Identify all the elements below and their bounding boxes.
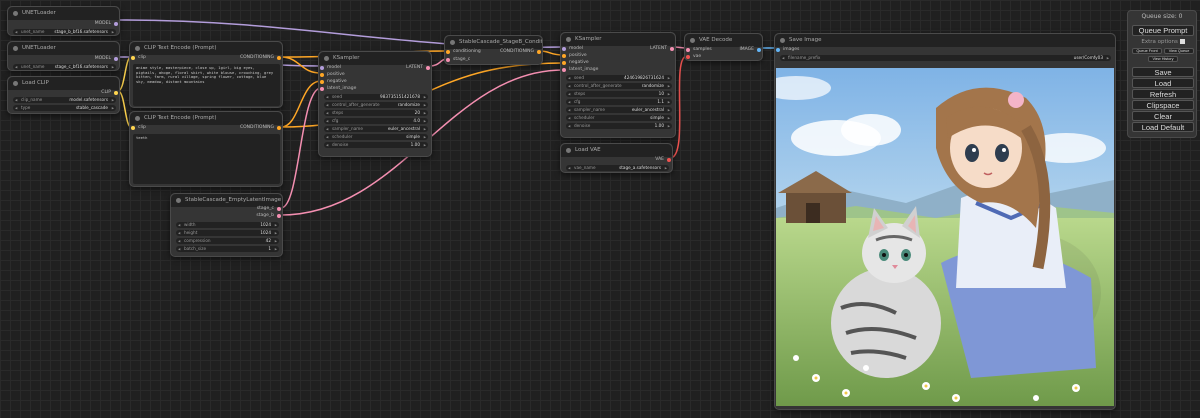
slot-conditioning-out[interactable]: CONDITIONING [500, 49, 541, 55]
node-title: CLIP Text Encode (Prompt) [130, 112, 282, 125]
slot-model-in[interactable]: model [320, 65, 341, 71]
sampler-name-widget[interactable]: sampler_nameeuler_ancestral [324, 126, 428, 132]
prompt-textarea[interactable]: anime style, masterpiece, close up, 1gir… [133, 64, 280, 106]
node-ksampler-stage-b[interactable]: KSampler model positive negative latent_… [560, 32, 676, 138]
scheduler-widget[interactable]: schedulersimple [324, 134, 428, 140]
unet-name-widget[interactable]: unet_name stage_c_bf16.safetensors [13, 64, 116, 70]
node-empty-latent-image[interactable]: StableCascade_EmptyLatentImage stage_c s… [170, 193, 283, 257]
node-title: KSampler [561, 33, 675, 46]
prompt-textarea[interactable]: teeth [133, 134, 280, 184]
slot-model-out[interactable]: MODEL [95, 21, 118, 27]
queue-size-label: Queue size: 0 [1141, 13, 1183, 20]
steps-widget[interactable]: steps10 [566, 91, 672, 97]
queue-panel: Queue size: 0 Queue Prompt Extra options… [1127, 10, 1197, 138]
view-queue-button[interactable]: View Queue [1164, 48, 1194, 54]
extra-options-checkbox[interactable]: Extra options [1128, 38, 1198, 46]
denoise-widget[interactable]: denoise1.00 [566, 123, 672, 129]
load-button[interactable]: Load [1132, 78, 1194, 88]
slot-image-out[interactable]: IMAGE [739, 47, 761, 53]
slot-clip-out[interactable]: CLIP [101, 90, 118, 96]
clear-button[interactable]: Clear [1132, 111, 1194, 121]
queue-prompt-button[interactable]: Queue Prompt [1132, 25, 1194, 36]
node-ksampler-stage-c[interactable]: KSampler model positive negative latent_… [318, 51, 432, 157]
slot-samples-in[interactable]: samples [686, 47, 712, 53]
node-unet-loader-b[interactable]: UNETLoader MODEL unet_name stage_b_bf16.… [7, 6, 120, 36]
denoise-widget[interactable]: denoise1.00 [324, 142, 428, 148]
scheduler-widget[interactable]: schedulersimple [566, 115, 672, 121]
control-after-generate-widget[interactable]: control_after_generaterandomize [566, 83, 672, 89]
node-unet-loader-c[interactable]: UNETLoader MODEL unet_name stage_c_bf16.… [7, 41, 120, 71]
node-title: Load VAE [561, 144, 672, 157]
node-title: VAE Decode [685, 34, 762, 47]
slot-positive-in[interactable]: positive [320, 72, 345, 78]
queue-front-button[interactable]: Queue Front [1132, 48, 1162, 54]
clip-type-widget[interactable]: type stable_cascade [13, 105, 116, 111]
node-load-vae[interactable]: Load VAE VAE vae_namestage_a.safetensors [560, 143, 673, 173]
load-default-button[interactable]: Load Default [1132, 122, 1194, 132]
compression-widget[interactable]: compression42 [176, 238, 279, 244]
node-clip-text-encode-negative[interactable]: CLIP Text Encode (Prompt) clip CONDITION… [129, 111, 283, 187]
generated-image-preview [776, 68, 1114, 406]
wire-latent-c [280, 87, 322, 209]
node-title: KSampler [319, 52, 431, 65]
node-title: CLIP Text Encode (Prompt) [130, 42, 282, 55]
slot-clip-in[interactable]: clip [131, 55, 146, 61]
slot-latent-out[interactable]: LATENT [650, 46, 674, 52]
cfg-widget[interactable]: cfg4.0 [324, 118, 428, 124]
slot-negative-in[interactable]: negative [320, 79, 347, 85]
slot-stage-c-in[interactable]: stage_c [446, 57, 470, 63]
vae-name-widget[interactable]: vae_namestage_a.safetensors [566, 165, 669, 171]
slot-latent-out[interactable]: LATENT [406, 65, 430, 71]
clipspace-button[interactable]: Clipspace [1132, 100, 1194, 110]
width-widget[interactable]: width1024 [176, 222, 279, 228]
slot-conditioning-out[interactable]: CONDITIONING [240, 125, 281, 131]
slot-conditioning-in[interactable]: conditioning [446, 49, 481, 55]
slot-vae-in[interactable]: vae [686, 54, 701, 60]
slot-negative-in[interactable]: negative [562, 60, 589, 66]
slot-positive-in[interactable]: positive [562, 53, 587, 59]
slot-stage-b-out[interactable]: stage_b [256, 213, 281, 219]
height-widget[interactable]: height1024 [176, 230, 279, 236]
view-history-button[interactable]: View History [1148, 56, 1178, 62]
checkbox-icon [1179, 39, 1185, 44]
slot-images-in[interactable]: images [776, 47, 799, 53]
steps-widget[interactable]: steps20 [324, 110, 428, 116]
node-vae-decode[interactable]: VAE Decode samples vae IMAGE [684, 33, 763, 61]
control-after-generate-widget[interactable]: control_after_generaterandomize [324, 102, 428, 108]
batch-size-widget[interactable]: batch_size1 [176, 246, 279, 252]
node-title: Load CLIP [8, 77, 119, 90]
wire-cond-neg1 [280, 80, 322, 128]
node-stage-b-conditioning[interactable]: StableCascade_StageB_Conditioning condit… [444, 35, 543, 65]
save-button[interactable]: Save [1132, 67, 1194, 77]
node-title: Save Image [775, 34, 1115, 47]
sampler-name-widget[interactable]: sampler_nameeuler_ancestral [566, 107, 672, 113]
slot-conditioning-out[interactable]: CONDITIONING [240, 55, 281, 61]
refresh-button[interactable]: Refresh [1132, 89, 1194, 99]
slot-model-out[interactable]: MODEL [95, 56, 118, 62]
slot-clip-in[interactable]: clip [131, 125, 146, 131]
slot-stage-c-out[interactable]: stage_c [257, 206, 281, 212]
clip-name-widget[interactable]: clip_name model.safetensors [13, 97, 116, 103]
filename-prefix-widget[interactable]: filename_prefixuser/Comfy03 [780, 55, 1111, 61]
node-load-clip[interactable]: Load CLIP CLIP clip_name model.safetenso… [7, 76, 120, 114]
seed-widget[interactable]: seed424619826731624 [566, 75, 672, 81]
unet-name-widget[interactable]: unet_name stage_b_bf16.safetensors [13, 29, 116, 35]
wire-cond-pos1 [280, 56, 322, 74]
node-clip-text-encode-positive[interactable]: CLIP Text Encode (Prompt) clip CONDITION… [129, 41, 283, 108]
slot-latent-in[interactable]: latent_image [562, 67, 598, 73]
node-title: UNETLoader [8, 7, 119, 20]
node-title: UNETLoader [8, 42, 119, 55]
slot-latent-in[interactable]: latent_image [320, 86, 356, 92]
cfg-widget[interactable]: cfg1.1 [566, 99, 672, 105]
slot-model-in[interactable]: model [562, 46, 583, 52]
slot-vae-out[interactable]: VAE [655, 157, 671, 163]
seed-widget[interactable]: seed983735151421678 [324, 94, 428, 100]
node-title: StableCascade_StageB_Conditioning [445, 36, 542, 49]
